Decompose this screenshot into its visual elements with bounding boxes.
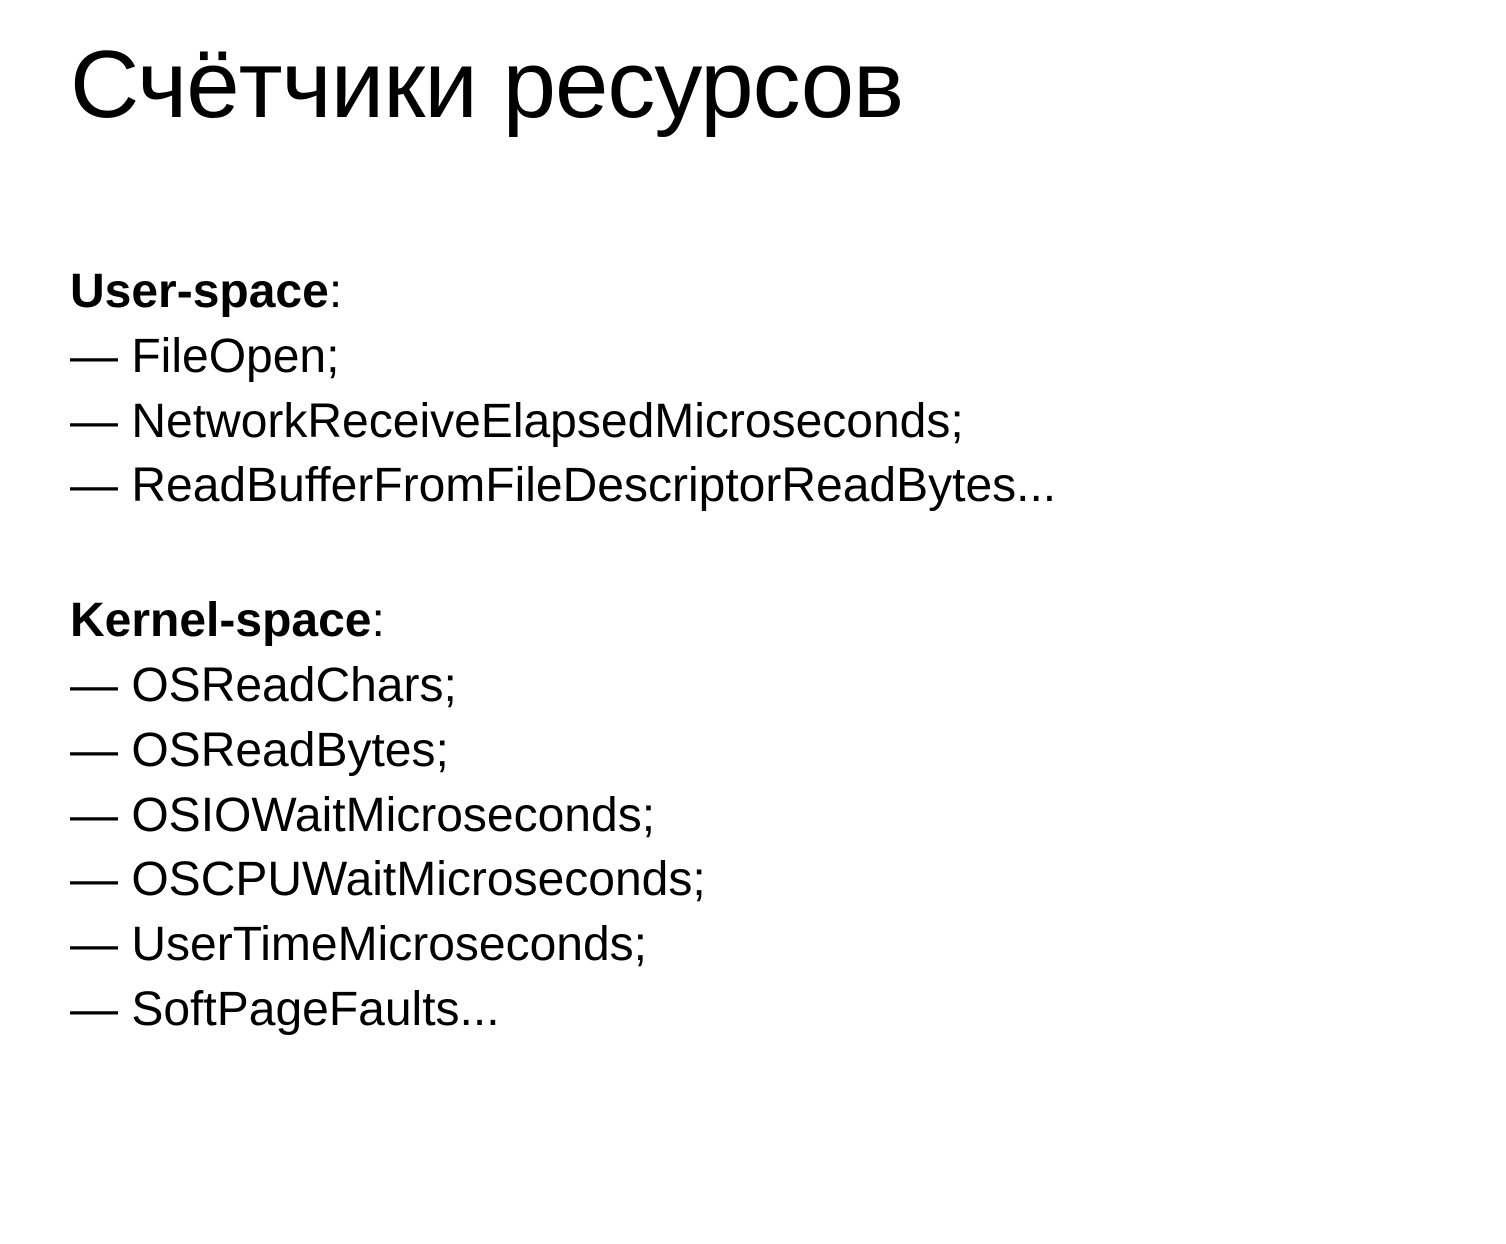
section-header-label: User-space [70, 265, 329, 318]
section-header: User-space: [70, 260, 1436, 325]
list-item: — UserTimeMicroseconds; [70, 913, 1436, 978]
list-item: — OSReadBytes; [70, 719, 1436, 784]
list-item: — OSReadChars; [70, 654, 1436, 719]
list-item: — SoftPageFaults... [70, 978, 1436, 1043]
list-item-text: NetworkReceiveElapsedMicroseconds; [131, 395, 963, 448]
list-item-text: FileOpen; [131, 330, 339, 383]
dash-icon: — [70, 330, 131, 383]
dash-icon: — [70, 983, 131, 1036]
section-header: Kernel-space: [70, 589, 1436, 654]
list-item-text: SoftPageFaults... [131, 983, 499, 1036]
dash-icon: — [70, 395, 131, 448]
section-header-label: Kernel-space [70, 594, 371, 647]
dash-icon: — [70, 459, 131, 512]
list-item-text: UserTimeMicroseconds; [131, 918, 647, 971]
list-item-text: OSCPUWaitMicroseconds; [131, 853, 705, 906]
list-item: — OSCPUWaitMicroseconds; [70, 848, 1436, 913]
dash-icon: — [70, 918, 131, 971]
list-item: — NetworkReceiveElapsedMicroseconds; [70, 390, 1436, 455]
dash-icon: — [70, 659, 131, 712]
list-item-text: ReadBufferFromFileDescriptorReadBytes... [131, 459, 1056, 512]
list-item: — FileOpen; [70, 325, 1436, 390]
list-item-text: OSReadChars; [131, 659, 456, 712]
section-kernel-space: Kernel-space: — OSReadChars; — OSReadByt… [70, 589, 1436, 1043]
dash-icon: — [70, 789, 131, 842]
section-user-space: User-space: — FileOpen; — NetworkReceive… [70, 260, 1436, 519]
list-item-text: OSIOWaitMicroseconds; [131, 789, 655, 842]
page-title: Счётчики ресурсов [70, 30, 1436, 140]
dash-icon: — [70, 724, 131, 777]
list-item-text: OSReadBytes; [131, 724, 448, 777]
list-item: — ReadBufferFromFileDescriptorReadBytes.… [70, 454, 1436, 519]
dash-icon: — [70, 853, 131, 906]
list-item: — OSIOWaitMicroseconds; [70, 784, 1436, 849]
